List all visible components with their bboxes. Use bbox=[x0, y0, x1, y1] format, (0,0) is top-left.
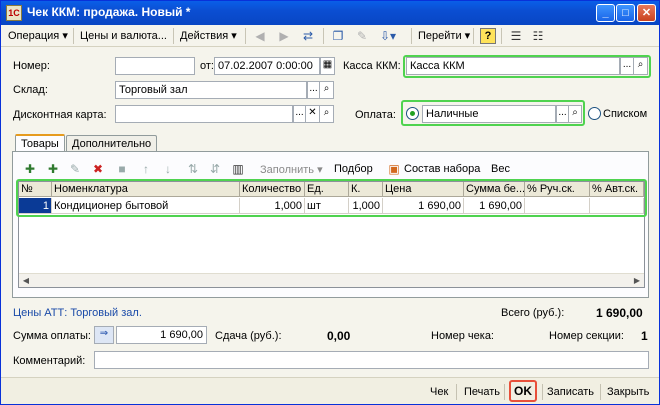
discount-card-field[interactable] bbox=[115, 105, 293, 123]
price-type-link[interactable]: Цены АТТ: Торговый зал. bbox=[13, 307, 142, 319]
warehouse-select-button[interactable]: ... bbox=[307, 81, 320, 99]
prices-currency-button[interactable]: Цены и валюта... bbox=[77, 28, 170, 44]
operation-menu[interactable]: Операция ▾ bbox=[5, 28, 71, 44]
number-label: Номер: bbox=[13, 60, 50, 72]
maximize-button[interactable]: □ bbox=[616, 4, 635, 22]
toolbar-separator bbox=[173, 28, 174, 44]
kassa-field[interactable]: Касса ККМ bbox=[406, 57, 620, 75]
section-number-label: Номер секции: bbox=[549, 330, 624, 342]
payment-cash-radio[interactable] bbox=[406, 107, 419, 120]
main-window: 1С Чек ККМ: продажа. Новый * _ □ ✕ Опера… bbox=[0, 0, 660, 405]
payment-select-button[interactable]: ... bbox=[556, 105, 569, 123]
comment-field[interactable] bbox=[94, 351, 649, 369]
bottom-separator bbox=[542, 384, 543, 400]
discount-card-select-button[interactable]: ... bbox=[293, 105, 306, 123]
tab-additional[interactable]: Дополнительно bbox=[66, 135, 158, 152]
tab-goods[interactable]: Товары bbox=[15, 134, 65, 152]
calendar-icon[interactable]: ▦ bbox=[320, 57, 335, 75]
toolbar-separator bbox=[501, 28, 502, 44]
payment-list-radio[interactable] bbox=[588, 107, 601, 120]
check-button[interactable]: Чек bbox=[427, 383, 451, 401]
discount-card-search-icon[interactable]: ⌕ bbox=[320, 105, 334, 123]
copy-document-icon[interactable]: ❐ bbox=[329, 28, 347, 44]
move-down-icon[interactable]: ↓ bbox=[161, 162, 175, 176]
table-highlight bbox=[16, 179, 647, 217]
pay-sum-field[interactable]: 1 690,00 bbox=[116, 326, 207, 344]
toolbar-separator bbox=[323, 28, 324, 44]
edit-row-icon[interactable]: ✎ bbox=[68, 162, 82, 176]
horizontal-scrollbar[interactable]: ◀ ▶ bbox=[19, 273, 644, 287]
scroll-left-icon[interactable]: ◀ bbox=[20, 275, 32, 287]
warehouse-search-icon[interactable]: ⌕ bbox=[320, 81, 334, 99]
discount-card-label: Дисконтная карта: bbox=[13, 109, 107, 121]
weight-button[interactable]: Вес bbox=[491, 163, 510, 175]
bottom-bar: Чек Печать OK Записать Закрыть bbox=[1, 377, 659, 404]
date-from-label: от: bbox=[200, 60, 214, 72]
refresh-icon[interactable]: ⇄ bbox=[299, 28, 317, 44]
warehouse-field[interactable]: Торговый зал bbox=[115, 81, 307, 99]
section-number-value: 1 bbox=[641, 329, 648, 343]
payment-field[interactable]: Наличные bbox=[422, 105, 556, 123]
total-label: Всего (руб.): bbox=[501, 307, 565, 319]
bottom-separator bbox=[456, 384, 457, 400]
sort-desc-icon[interactable]: ⇵ bbox=[208, 162, 222, 176]
close-button[interactable]: Закрыть bbox=[604, 383, 652, 401]
scroll-right-icon[interactable]: ▶ bbox=[631, 275, 643, 287]
delete-row-icon[interactable]: ✖ bbox=[91, 162, 105, 176]
form-toolbar: Операция ▾ Цены и валюта... Действия ▾ ◀… bbox=[1, 25, 659, 47]
kassa-search-icon[interactable]: ⌕ bbox=[634, 57, 648, 75]
clear-icon[interactable]: ✕ bbox=[306, 105, 320, 123]
help-button[interactable]: ? bbox=[480, 28, 496, 44]
title-bar: 1С Чек ККМ: продажа. Новый * _ □ ✕ bbox=[1, 1, 659, 25]
sort-asc-icon[interactable]: ⇅ bbox=[186, 162, 200, 176]
fill-menu[interactable]: Заполнить ▾ bbox=[260, 163, 323, 176]
actions-menu[interactable]: Действия ▾ bbox=[177, 28, 240, 44]
minimize-button[interactable]: _ bbox=[596, 4, 615, 22]
kassa-select-button[interactable]: ... bbox=[620, 57, 634, 75]
number-field[interactable] bbox=[115, 57, 195, 75]
check-number-label: Номер чека: bbox=[431, 330, 494, 342]
pay-sum-calc-icon[interactable]: ⇒ bbox=[94, 326, 114, 344]
kassa-label: Касса ККМ: bbox=[343, 60, 401, 72]
post-row-icon[interactable]: ■ bbox=[115, 162, 129, 176]
warehouse-label: Склад: bbox=[13, 84, 48, 96]
kit-composition-button[interactable]: Состав набора bbox=[404, 163, 480, 175]
total-value: 1 690,00 bbox=[596, 306, 643, 320]
toolbar-separator bbox=[73, 28, 74, 44]
copy-row-icon[interactable]: ✚ bbox=[46, 162, 60, 176]
barcode-icon[interactable]: ▥ bbox=[231, 162, 245, 176]
bottom-separator bbox=[504, 384, 505, 400]
payment-label: Оплата: bbox=[355, 109, 396, 121]
delete-document-icon[interactable]: ✎ bbox=[353, 28, 371, 44]
comment-label: Комментарий: bbox=[13, 355, 86, 367]
move-up-icon[interactable]: ↑ bbox=[139, 162, 153, 176]
window-title: Чек ККМ: продажа. Новый * bbox=[27, 5, 191, 19]
change-value: 0,00 bbox=[327, 329, 351, 343]
toolbar-separator bbox=[411, 28, 412, 44]
selection-button[interactable]: Подбор bbox=[334, 163, 373, 175]
back-icon[interactable]: ◀ bbox=[251, 28, 269, 44]
payment-search-icon[interactable]: ⌕ bbox=[569, 105, 582, 123]
close-window-button[interactable]: ✕ bbox=[637, 4, 656, 22]
forward-icon[interactable]: ▶ bbox=[275, 28, 293, 44]
toolbar-separator bbox=[473, 28, 474, 44]
payment-list-label: Списком bbox=[603, 108, 648, 120]
bottom-separator bbox=[600, 384, 601, 400]
add-row-icon[interactable]: ✚ bbox=[23, 162, 37, 176]
kit-icon: ▣ bbox=[388, 162, 400, 176]
change-label: Сдача (руб.): bbox=[215, 330, 282, 342]
ok-button[interactable]: OK bbox=[509, 380, 537, 402]
app-icon: 1С bbox=[6, 5, 22, 21]
save-button[interactable]: Записать bbox=[544, 383, 597, 401]
date-field[interactable]: 07.02.2007 0:00:00 bbox=[214, 57, 320, 75]
list-settings-icon[interactable]: ☷ bbox=[529, 28, 547, 44]
pay-sum-label: Сумма оплаты: bbox=[13, 330, 91, 342]
toolbar-separator bbox=[245, 28, 246, 44]
structure-icon[interactable]: ☰ bbox=[507, 28, 525, 44]
goto-menu[interactable]: Перейти ▾ bbox=[415, 28, 473, 44]
print-button[interactable]: Печать bbox=[461, 383, 503, 401]
based-on-icon[interactable]: ⇩▾ bbox=[379, 28, 397, 44]
